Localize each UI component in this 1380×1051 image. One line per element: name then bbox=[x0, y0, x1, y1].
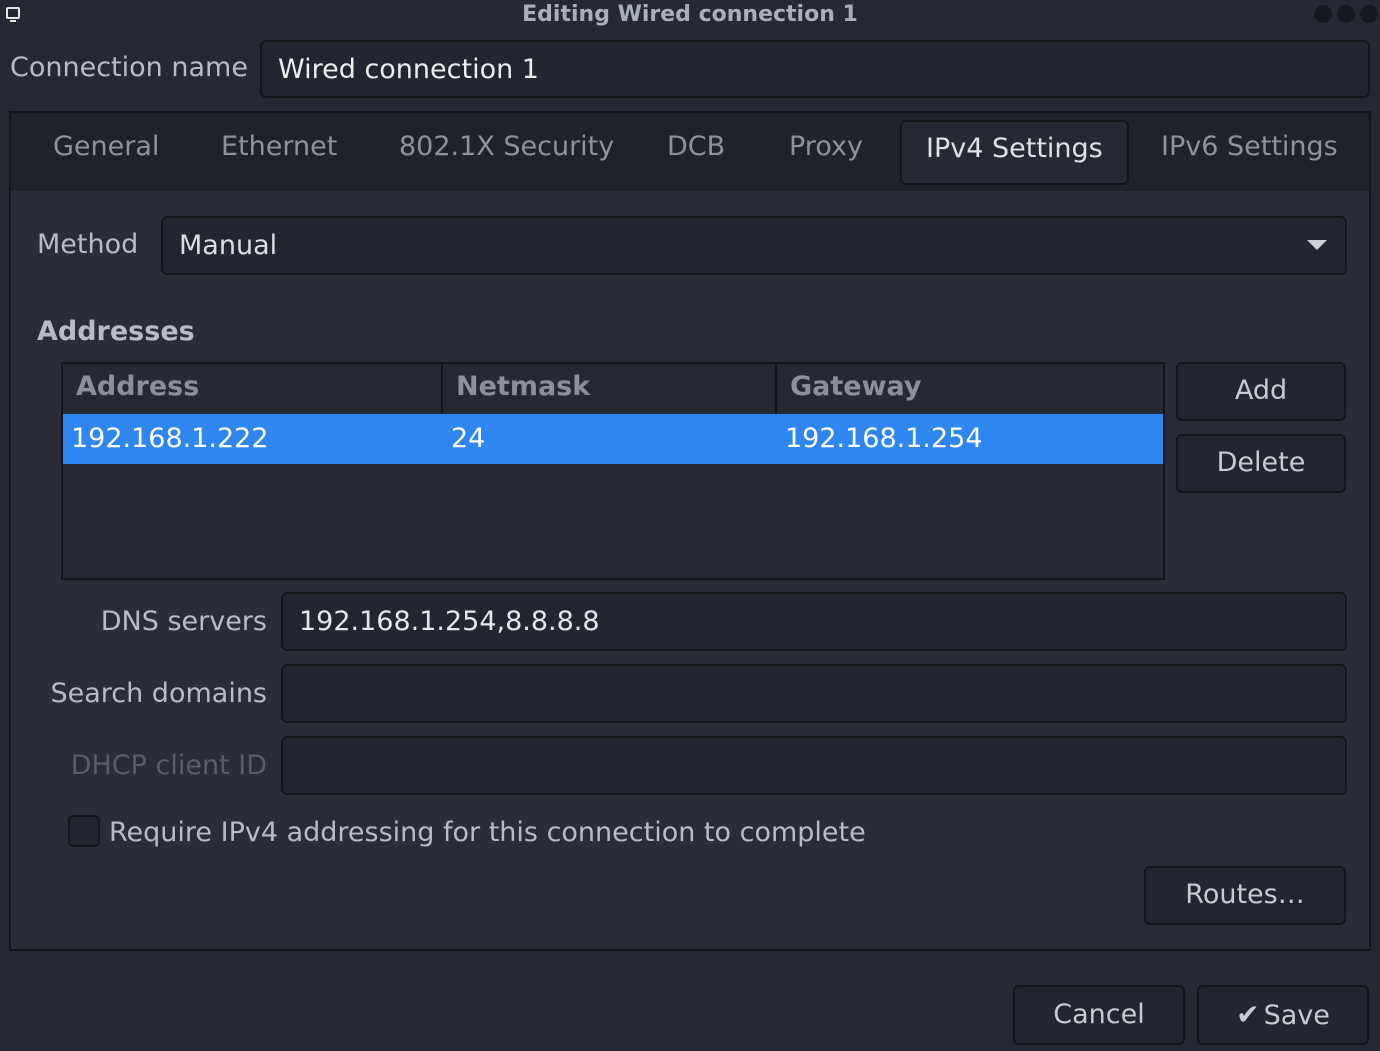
save-label: Save bbox=[1263, 1000, 1330, 1031]
method-label: Method bbox=[37, 229, 139, 260]
search-domains-label: Search domains bbox=[50, 678, 267, 709]
cancel-button[interactable]: Cancel bbox=[1013, 985, 1185, 1045]
table-header: Address Netmask Gateway bbox=[63, 364, 1163, 414]
dns-servers-label: DNS servers bbox=[100, 606, 267, 637]
addresses-table[interactable]: Address Netmask Gateway 192.168.1.222 24… bbox=[61, 362, 1165, 580]
title-bar[interactable]: Editing Wired connection 1 bbox=[0, 0, 1380, 30]
tab-ethernet[interactable]: Ethernet bbox=[221, 131, 337, 162]
table-row[interactable]: 192.168.1.222 24 192.168.1.254 bbox=[63, 414, 1163, 464]
maximize-button[interactable] bbox=[1337, 5, 1355, 23]
window-title: Editing Wired connection 1 bbox=[522, 2, 858, 27]
save-button[interactable]: ✔ Save bbox=[1197, 985, 1369, 1045]
tab-general[interactable]: General bbox=[53, 131, 159, 162]
minimize-button[interactable] bbox=[1314, 5, 1332, 23]
delete-address-button[interactable]: Delete bbox=[1176, 434, 1346, 493]
column-header-address[interactable]: Address bbox=[63, 364, 443, 414]
close-button[interactable] bbox=[1360, 5, 1378, 23]
settings-notebook: General Ethernet 802.1X Security DCB Pro… bbox=[9, 111, 1371, 951]
tab-ipv4-settings[interactable]: IPv4 Settings bbox=[900, 120, 1129, 185]
addresses-heading: Addresses bbox=[37, 316, 195, 347]
cell-address[interactable]: 192.168.1.222 bbox=[71, 423, 269, 454]
add-address-button[interactable]: Add bbox=[1176, 362, 1346, 421]
tab-dcb[interactable]: DCB bbox=[667, 131, 725, 162]
tab-proxy[interactable]: Proxy bbox=[789, 131, 863, 162]
method-value: Manual bbox=[179, 230, 278, 261]
search-domains-input[interactable] bbox=[281, 664, 1347, 723]
tab-8021x-security[interactable]: 802.1X Security bbox=[399, 131, 614, 162]
cell-gateway[interactable]: 192.168.1.254 bbox=[785, 423, 983, 454]
dns-servers-input[interactable]: 192.168.1.254,8.8.8.8 bbox=[281, 592, 1347, 651]
require-ipv4-checkbox[interactable] bbox=[68, 815, 100, 847]
routes-button[interactable]: Routes… bbox=[1144, 866, 1346, 925]
column-header-gateway[interactable]: Gateway bbox=[777, 364, 1163, 414]
checkmark-icon: ✔ bbox=[1236, 998, 1260, 1031]
tab-bar: General Ethernet 802.1X Security DCB Pro… bbox=[11, 113, 1369, 191]
dhcp-client-id-input[interactable] bbox=[281, 736, 1347, 795]
cell-netmask[interactable]: 24 bbox=[451, 423, 485, 454]
connection-name-input[interactable]: Wired connection 1 bbox=[260, 40, 1370, 98]
require-ipv4-label[interactable]: Require IPv4 addressing for this connect… bbox=[109, 817, 866, 848]
edit-connection-window: Editing Wired connection 1 Connection na… bbox=[0, 0, 1380, 1051]
tab-ipv6-settings[interactable]: IPv6 Settings bbox=[1161, 131, 1338, 162]
dhcp-client-id-label: DHCP client ID bbox=[70, 750, 267, 781]
method-dropdown[interactable]: Manual bbox=[161, 216, 1347, 275]
connection-name-label: Connection name bbox=[10, 52, 248, 83]
dropdown-arrow-icon bbox=[1307, 240, 1327, 250]
column-header-netmask[interactable]: Netmask bbox=[443, 364, 777, 414]
